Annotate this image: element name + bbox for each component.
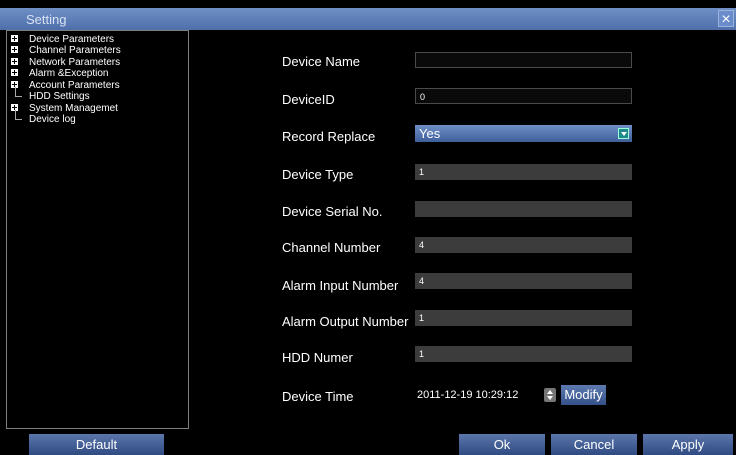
alarm-output-number-field: 1 xyxy=(415,310,632,326)
chevron-down-icon[interactable] xyxy=(618,128,629,139)
tree-item-label: System Managemet xyxy=(29,103,118,114)
modify-button[interactable]: Modify xyxy=(561,385,606,405)
alarm-input-number-field: 4 xyxy=(415,273,632,289)
device-id-field[interactable]: 0 xyxy=(415,88,632,104)
device-serial-field xyxy=(415,201,632,217)
window-title: Setting xyxy=(26,12,67,27)
expand-icon[interactable] xyxy=(11,58,18,65)
device-time-field[interactable]: 2011-12-19 10:29:12 xyxy=(415,386,561,404)
record-replace-value: Yes xyxy=(419,126,441,141)
time-spinner-icon[interactable] xyxy=(544,388,556,402)
hdd-number-label: HDD Numer xyxy=(282,350,353,365)
device-type-field: 1 xyxy=(415,164,632,180)
tree-item-device-parameters[interactable]: Device Parameters xyxy=(7,34,187,45)
tree-item-account-parameters[interactable]: Account Parameters xyxy=(7,80,187,91)
tree-branch-line xyxy=(15,87,22,97)
hdd-number-field: 1 xyxy=(415,346,632,362)
channel-number-label: Channel Number xyxy=(282,240,381,255)
title-bar: Setting × xyxy=(0,8,736,30)
ok-button[interactable]: Ok xyxy=(459,434,545,455)
tree-branch-line xyxy=(15,110,22,120)
tree-item-label: Account Parameters xyxy=(29,80,120,91)
tree-item-label: Device Parameters xyxy=(29,34,115,45)
tree-item-label: Alarm &Exception xyxy=(29,68,109,79)
tree-item-label: Channel Parameters xyxy=(29,45,121,56)
alarm-output-number-label: Alarm Output Number xyxy=(282,314,409,329)
expand-icon[interactable] xyxy=(11,69,18,76)
tree-item-alarm-exception[interactable]: Alarm &Exception xyxy=(7,68,187,79)
tree-item-label: Network Parameters xyxy=(29,57,121,68)
tree-item-label: HDD Settings xyxy=(29,91,90,102)
device-type-label: Device Type xyxy=(282,167,354,182)
device-time-label: Device Time xyxy=(282,389,354,404)
tree-item-network-parameters[interactable]: Network Parameters xyxy=(7,57,187,68)
device-serial-label: Device Serial No. xyxy=(282,204,383,219)
device-name-field[interactable] xyxy=(415,52,632,68)
device-name-label: Device Name xyxy=(282,54,361,69)
tree-item-channel-parameters[interactable]: Channel Parameters xyxy=(7,45,187,56)
cancel-button[interactable]: Cancel xyxy=(551,434,637,455)
device-id-label: DeviceID xyxy=(282,92,335,107)
record-replace-label: Record Replace xyxy=(282,129,376,144)
settings-window: Setting × Device Parameters Channel Para… xyxy=(0,0,736,455)
close-icon[interactable]: × xyxy=(718,10,734,28)
tree-item-label: Device log xyxy=(29,114,76,125)
settings-tree: Device Parameters Channel Parameters Net… xyxy=(6,30,189,429)
default-button[interactable]: Default xyxy=(29,434,164,455)
record-replace-select[interactable]: Yes xyxy=(415,125,632,142)
expand-icon[interactable] xyxy=(11,46,18,53)
channel-number-field: 4 xyxy=(415,237,632,253)
tree-item-hdd-settings[interactable]: HDD Settings xyxy=(7,87,187,102)
alarm-input-number-label: Alarm Input Number xyxy=(282,278,399,293)
tree-item-device-log[interactable]: Device log xyxy=(7,110,187,125)
tree-item-system-management[interactable]: System Managemet xyxy=(7,103,187,114)
expand-icon[interactable] xyxy=(11,35,18,42)
apply-button[interactable]: Apply xyxy=(643,434,733,455)
